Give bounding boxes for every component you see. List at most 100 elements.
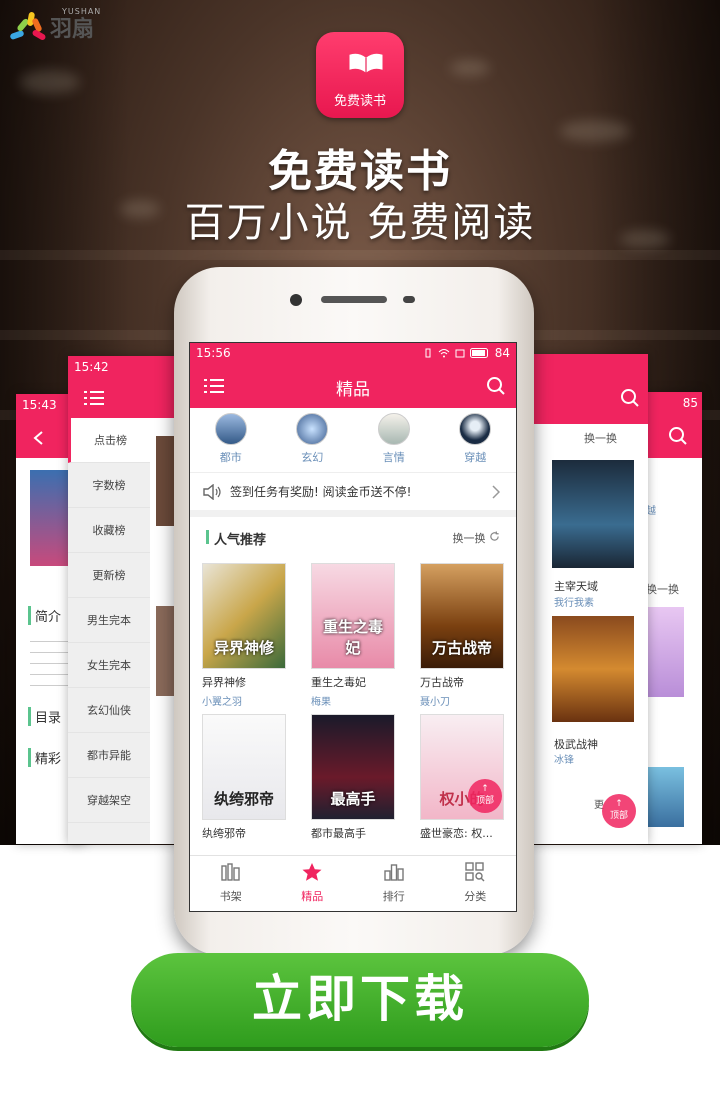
- up-arrow-icon: ↑: [481, 784, 489, 794]
- category-avatar: [296, 413, 329, 445]
- book-card[interactable]: 最高手 都市最高手: [299, 714, 408, 844]
- section-accent: [206, 530, 209, 544]
- section-title: 人气推荐: [214, 533, 267, 548]
- status-time: 15:56: [196, 346, 231, 360]
- refresh-icon: [490, 531, 499, 541]
- book-title: 万古战帝: [420, 676, 464, 689]
- change-label: 换一换: [452, 532, 486, 545]
- category-avatar: [377, 413, 410, 445]
- far-right-phone-screen: 85 越 换一换: [646, 392, 702, 844]
- book-title[interactable]: 主宰天域: [554, 578, 598, 594]
- menu-icon[interactable]: [84, 390, 104, 406]
- book-author: 小翼之羽: [202, 697, 242, 708]
- sensor-icon: [403, 296, 415, 303]
- book-card[interactable]: 纨绔邪帝 纨绔邪帝: [190, 714, 299, 844]
- book-title: 异界神修: [202, 676, 246, 689]
- tab-bookshelf[interactable]: 书架: [190, 856, 272, 911]
- book-cover: [30, 470, 70, 566]
- back-to-top-label: 顶部: [609, 811, 628, 821]
- search-icon[interactable]: [668, 426, 688, 446]
- back-to-top-label: 顶部: [475, 796, 494, 806]
- book-cover: 重生之毒妃: [311, 563, 395, 669]
- menu-item[interactable]: 点击榜: [68, 418, 150, 463]
- book-title: 盛世豪恋: 权...: [420, 827, 493, 840]
- book-cover: 万古战帝: [420, 563, 504, 669]
- menu-item[interactable]: 玄幻仙侠: [68, 688, 150, 733]
- chevron-right-icon: [492, 485, 500, 499]
- book-card[interactable]: 异界神修 异界神修 小翼之羽: [190, 563, 299, 708]
- book-author: 聂小刀: [420, 697, 450, 708]
- status-icons: 84: [423, 346, 510, 360]
- category-time-travel[interactable]: 穿越: [445, 413, 505, 472]
- book-author: 我行我素: [554, 598, 594, 609]
- category-label: 越: [646, 506, 656, 517]
- book-author: 梅果: [311, 697, 331, 708]
- battery-icon: [469, 348, 488, 358]
- cover-title: 异界神修: [213, 639, 274, 657]
- menu-item[interactable]: 穿越架空: [68, 778, 150, 823]
- book-card[interactable]: 权小的 盛世豪恋: 权...: [408, 714, 516, 844]
- speaker-icon: [203, 483, 221, 500]
- speaker-icon: [321, 296, 387, 303]
- change-button[interactable]: 换一换: [584, 430, 617, 446]
- cover-title: 万古战帝: [431, 639, 492, 657]
- book-title[interactable]: 极武战神: [554, 736, 598, 752]
- book-title: 都市最高手: [311, 827, 366, 840]
- menu-item[interactable]: 女生完本: [68, 643, 150, 688]
- change-button[interactable]: 换一换: [453, 530, 501, 546]
- book-cover: 最高手: [311, 714, 395, 820]
- tab-label: 分类: [464, 890, 487, 903]
- book-card[interactable]: 万古战帝 万古战帝 聂小刀: [408, 563, 516, 708]
- section-header: 人气推荐 换一换: [190, 517, 516, 563]
- back-to-top-button[interactable]: ↑ 顶部: [468, 779, 502, 813]
- category-row: 都市 玄幻 言情 穿越: [190, 408, 516, 473]
- download-button[interactable]: 立即下载: [131, 953, 589, 1047]
- book-card[interactable]: 重生之毒妃 重生之毒妃 梅果: [299, 563, 408, 708]
- menu-item[interactable]: 更新榜: [68, 553, 150, 598]
- category-label: 都市: [219, 451, 242, 464]
- search-icon[interactable]: [486, 376, 506, 396]
- notice-text: 签到任务有奖励! 阅读金币送不停!: [230, 485, 412, 499]
- search-icon[interactable]: [620, 388, 640, 408]
- book-author: 冰锋: [554, 755, 574, 766]
- menu-item[interactable]: 都市异能: [68, 733, 150, 778]
- signal-icon: [455, 349, 465, 358]
- ranking-menu: 点击榜 字数榜 收藏榜 更新榜 男生完本 女生完本 玄幻仙侠 都市异能 穿越架空: [68, 418, 150, 844]
- front-camera-icon: [290, 294, 302, 306]
- tab-category[interactable]: 分类: [435, 856, 517, 911]
- logo-subtext: YUSHAN: [62, 7, 102, 16]
- status-time: 15:43: [22, 398, 57, 412]
- book-cover: [648, 607, 684, 697]
- battery-level: 84: [494, 346, 510, 360]
- tab-ranking[interactable]: 排行: [353, 856, 435, 911]
- status-time: 15:42: [74, 360, 109, 374]
- app-header: 15:56 84 精品: [190, 343, 516, 408]
- back-to-top-button[interactable]: ↑ 顶部: [602, 794, 636, 828]
- battery-level: 85: [682, 396, 698, 410]
- menu-item[interactable]: 男生完本: [68, 598, 150, 643]
- tab-label: 书架: [219, 890, 242, 903]
- book-cover: [552, 616, 634, 722]
- app-icon-label: 免费读书: [333, 94, 386, 109]
- menu-item[interactable]: 收藏榜: [68, 508, 150, 553]
- change-button[interactable]: 换一换: [646, 581, 702, 597]
- category-fantasy[interactable]: 玄幻: [282, 413, 342, 472]
- tab-featured[interactable]: 精品: [272, 856, 354, 911]
- category-urban[interactable]: 都市: [201, 413, 261, 472]
- category-romance[interactable]: 言情: [364, 413, 424, 472]
- book-cover: [552, 460, 634, 568]
- app-icon: 免费读书: [316, 32, 404, 118]
- tab-label: 排行: [382, 890, 405, 903]
- left-phone-screen: 15:42 点击榜 字数榜 收藏榜 更新榜 男生完本 女生完本 玄幻仙侠 都市异…: [68, 356, 178, 844]
- book-title: 重生之毒妃: [311, 676, 366, 689]
- ranking-icon: [384, 864, 404, 881]
- book-cover: [648, 767, 684, 827]
- category-label: 穿越: [464, 451, 487, 464]
- star-icon: [302, 863, 322, 881]
- notice-bar[interactable]: 签到任务有奖励! 阅读金币送不停!: [190, 473, 516, 517]
- menu-item[interactable]: 字数榜: [68, 463, 150, 508]
- download-button-label: 立即下载: [252, 970, 468, 1028]
- cover-title: 纨绔邪帝: [213, 790, 274, 808]
- category-label: 言情: [382, 451, 405, 464]
- back-arrow-icon[interactable]: [32, 430, 46, 446]
